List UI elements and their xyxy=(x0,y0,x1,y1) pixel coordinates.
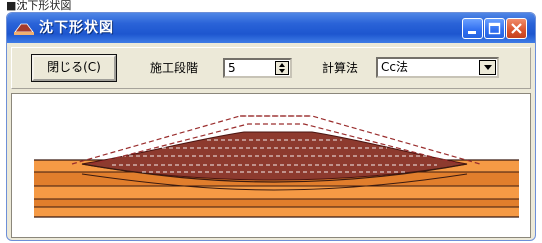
title-bar[interactable]: 沈下形状図 xyxy=(7,13,535,43)
chevron-down-icon xyxy=(484,65,492,70)
stage-spin-buttons[interactable] xyxy=(275,61,289,75)
minimize-button[interactable] xyxy=(462,18,483,39)
settlement-diagram xyxy=(34,115,519,218)
soil-layer-3 xyxy=(34,186,519,199)
method-dropdown-button[interactable] xyxy=(479,60,496,75)
stage-label: 施工段階 xyxy=(150,61,199,75)
settlement-drawing-area xyxy=(11,93,531,238)
method-select[interactable]: Cc法 xyxy=(376,57,499,78)
maximize-button[interactable] xyxy=(484,18,505,39)
soil-layer-5 xyxy=(34,207,519,217)
embankment-icon xyxy=(14,23,34,35)
toolbar: 閉じる(C) 施工段階 5 計算法 Cc法 xyxy=(11,47,531,89)
close-button[interactable]: 閉じる(C) xyxy=(32,55,116,81)
close-icon xyxy=(511,23,522,34)
triangle-down-icon[interactable] xyxy=(276,68,288,74)
window-title: 沈下形状図 xyxy=(39,20,114,36)
close-window-button[interactable] xyxy=(506,18,527,39)
stage-value[interactable]: 5 xyxy=(228,61,236,75)
stage-stepper[interactable]: 5 xyxy=(223,58,292,78)
method-value[interactable]: Cc法 xyxy=(381,60,408,75)
settlement-window: 沈下形状図 閉じる(C) 施工段階 5 計算法 Cc法 xyxy=(6,12,536,241)
maximize-icon xyxy=(488,22,501,35)
soil-layer-4 xyxy=(34,199,519,207)
minimize-icon xyxy=(468,31,476,34)
method-label: 計算法 xyxy=(322,61,359,75)
